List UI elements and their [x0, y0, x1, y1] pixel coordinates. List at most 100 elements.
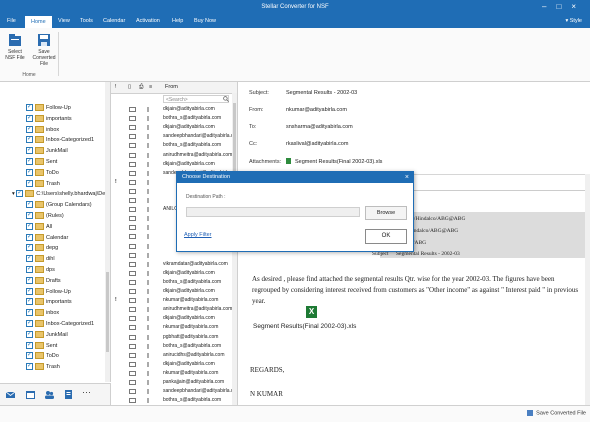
checkbox[interactable]: [26, 307, 33, 317]
checkbox[interactable]: [26, 329, 33, 339]
checkbox[interactable]: [26, 286, 33, 296]
mail-row[interactable]: pankajjain@adityabirla.com: [111, 378, 237, 387]
tree-item[interactable]: Inbox-Categorized1: [26, 318, 94, 329]
from-column-header[interactable]: From: [165, 84, 178, 90]
mail-row[interactable]: anirudhmeitra@adityabirla.com: [111, 151, 237, 160]
mail-row[interactable]: nkumar@adityabirla.com: [111, 323, 237, 332]
mail-row[interactable]: bothra_s@adityabirla.com: [111, 114, 237, 123]
checkbox[interactable]: [26, 113, 33, 123]
tree-item[interactable]: Drafts: [26, 275, 61, 286]
mail-row[interactable]: anirudhmeitra@adityabirla.com: [111, 305, 237, 314]
tree-item[interactable]: All: [26, 221, 52, 232]
mail-row[interactable]: dkjain@adityabirla.com: [111, 360, 237, 369]
checkbox[interactable]: [26, 361, 33, 371]
mail-row[interactable]: dkjain@adityabirla.com: [111, 160, 237, 169]
destination-path-input[interactable]: [186, 207, 360, 217]
tree-item[interactable]: Trash: [26, 361, 60, 372]
mail-row[interactable]: dkjain@adityabirla.com: [111, 314, 237, 323]
calendar-icon[interactable]: [26, 390, 35, 399]
checkbox[interactable]: [26, 134, 33, 144]
checkbox[interactable]: [26, 264, 33, 274]
mail-row[interactable]: bothra_s@adityabirla.com: [111, 141, 237, 150]
search-input[interactable]: <Search>: [163, 95, 229, 103]
mail-row[interactable]: bothra_s@adityabirla.com: [111, 396, 237, 405]
flag-column-header[interactable]: !: [115, 84, 117, 90]
menu-help[interactable]: Help: [172, 18, 183, 24]
ok-button[interactable]: OK: [365, 229, 407, 244]
mail-row[interactable]: sandeepbhandari@adityabirla.com: [111, 387, 237, 396]
browse-button[interactable]: Browse: [365, 206, 407, 220]
checkbox[interactable]: [26, 124, 33, 134]
tree-item[interactable]: ToDo: [26, 350, 59, 361]
tree-item[interactable]: inbox: [26, 124, 59, 135]
preview-scrollbar[interactable]: [585, 174, 590, 405]
attachment-column-header[interactable]: ⎙: [139, 84, 143, 91]
tree-item[interactable]: Sent: [26, 340, 57, 351]
minimize-icon[interactable]: –: [542, 2, 556, 11]
tree-item[interactable]: inbox: [26, 307, 59, 318]
checkbox[interactable]: [26, 102, 33, 112]
more-icon[interactable]: ···: [82, 387, 91, 397]
mail-row[interactable]: sandeepbhandari@adityabirla.com: [111, 132, 237, 141]
window-controls[interactable]: –□×: [542, 2, 586, 11]
checkbox[interactable]: [26, 340, 33, 350]
checkbox[interactable]: [26, 275, 33, 285]
tree-item[interactable]: (Rules): [26, 210, 64, 221]
menu-buy-now[interactable]: Buy Now: [194, 18, 216, 24]
checkbox[interactable]: [26, 296, 33, 306]
notes-icon[interactable]: [64, 390, 73, 399]
mail-row[interactable]: vikramdatar@adityabirla.com: [111, 260, 237, 269]
mail-row[interactable]: bothra_s@adityabirla.com: [111, 278, 237, 287]
checkbox[interactable]: [26, 178, 33, 188]
checkbox[interactable]: [26, 210, 33, 220]
mail-icon[interactable]: [6, 390, 15, 399]
tree-item[interactable]: dps: [26, 264, 55, 275]
tree-item[interactable]: dihl: [26, 253, 55, 264]
tree-item[interactable]: Follow-Up: [26, 286, 71, 297]
checkbox[interactable]: [26, 221, 33, 231]
dialog-close-icon[interactable]: ×: [405, 172, 409, 183]
checkbox[interactable]: [26, 145, 33, 155]
tree-item[interactable]: depg: [26, 242, 58, 253]
status-save-button[interactable]: Save Converted File: [527, 410, 586, 416]
tree-root-item[interactable]: ▾ C:\Users\shelly.bhardwaj\De: [12, 188, 105, 199]
checkbox[interactable]: [26, 167, 33, 177]
attachment-link[interactable]: Segment Results(Final 2002-03).xls: [295, 159, 382, 165]
type-column-header[interactable]: ≡: [149, 84, 152, 90]
tree-item[interactable]: ToDo: [26, 167, 59, 178]
close-icon[interactable]: ×: [571, 2, 586, 11]
tree-item[interactable]: Sent: [26, 156, 57, 167]
tree-item[interactable]: Calendar: [26, 232, 68, 243]
tree-item[interactable]: Trash: [26, 178, 60, 189]
mail-row[interactable]: dkjain@adityabirla.com: [111, 269, 237, 278]
maximize-icon[interactable]: □: [556, 2, 571, 11]
mail-row[interactable]: dkjain@adityabirla.com: [111, 105, 237, 114]
excel-file-icon[interactable]: X: [306, 306, 317, 318]
search-icon[interactable]: [223, 96, 229, 102]
tree-item[interactable]: JunkMail: [26, 329, 68, 340]
read-column-header[interactable]: ▯: [128, 84, 131, 90]
mail-row[interactable]: anirucidhs@adityabirla.com: [111, 351, 237, 360]
contacts-icon[interactable]: [45, 390, 54, 399]
menu-calendar[interactable]: Calendar: [103, 18, 125, 24]
menu-activation[interactable]: Activation: [136, 18, 160, 24]
tree-scrollbar[interactable]: [105, 82, 110, 382]
tree-item[interactable]: Inbox-Categorized1: [26, 134, 94, 145]
save-converted-button[interactable]: Save Converted File: [29, 33, 59, 67]
mail-row[interactable]: nkumar@adityabirla.com: [111, 369, 237, 378]
folder-tree[interactable]: Follow-Up importants inbox Inbox-Categorize…: [0, 82, 111, 382]
menu-file[interactable]: File: [7, 18, 16, 24]
checkbox[interactable]: [26, 350, 33, 360]
checkbox[interactable]: [26, 232, 33, 242]
mail-row[interactable]: dkjain@adityabirla.com: [111, 123, 237, 132]
menu-tools[interactable]: Tools: [80, 18, 93, 24]
menu-home[interactable]: Home: [25, 16, 52, 28]
tree-item[interactable]: importants: [26, 296, 72, 307]
style-menu[interactable]: ▾ Style: [565, 18, 582, 24]
checkbox[interactable]: [26, 253, 33, 263]
tree-item[interactable]: importants: [26, 113, 72, 124]
menu-view[interactable]: View: [58, 18, 70, 24]
excel-file-caption[interactable]: Segment Results(Final 2002-03).xls: [253, 323, 356, 330]
tree-item[interactable]: Follow-Up: [26, 102, 71, 113]
tree-item[interactable]: (Group Calendars): [26, 199, 92, 210]
